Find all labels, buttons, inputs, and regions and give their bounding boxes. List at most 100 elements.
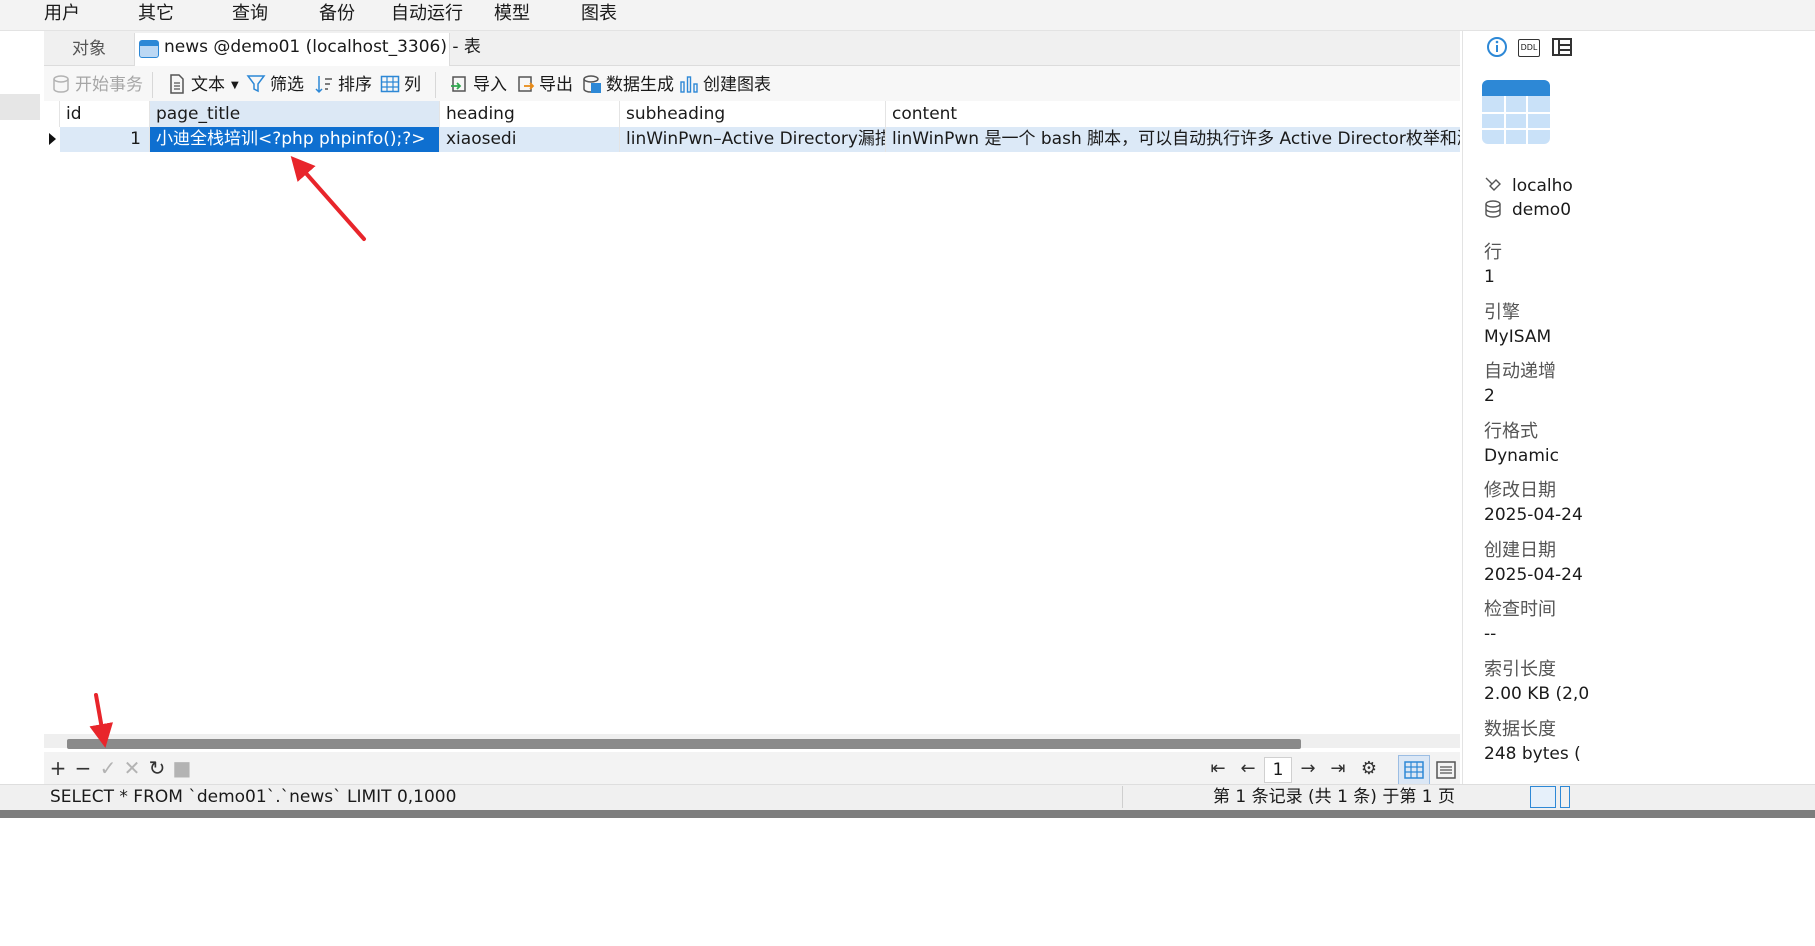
export-icon <box>518 76 535 92</box>
cell-subheading[interactable]: linWinPwn–Active Directory漏描 <box>620 127 886 152</box>
database-info: demo0 <box>1484 198 1571 222</box>
status-record-count: 第 1 条记录 (共 1 条) 于第 1 页 <box>1213 787 1455 807</box>
data-generation-icon <box>583 75 601 93</box>
auto-increment-value: 2 <box>1484 386 1495 406</box>
menu-automation[interactable]: 自动运行 <box>391 1 463 27</box>
x-icon[interactable]: ✕ <box>121 757 143 779</box>
gear-icon[interactable]: ⚙ <box>1357 757 1381 781</box>
layout-toggle-left-icon[interactable] <box>1530 786 1556 808</box>
column-header-id[interactable]: id <box>60 101 150 127</box>
menu-backup[interactable]: 备份 <box>319 1 355 27</box>
first-page-icon[interactable]: ⇤ <box>1206 757 1230 781</box>
modified-date-label: 修改日期 <box>1484 480 1556 501</box>
check-icon[interactable]: ✓ <box>97 757 119 779</box>
begin-transaction-button[interactable]: 开始事务 <box>51 72 143 98</box>
connection-icon <box>1485 177 1501 191</box>
row-format-label: 行格式 <box>1484 421 1538 442</box>
filter-label: 筛选 <box>270 75 304 95</box>
grid-view-button[interactable] <box>1398 755 1430 785</box>
page-number-input[interactable]: 1 <box>1264 757 1292 783</box>
text-button[interactable]: 文本 ▼ <box>167 72 239 98</box>
minus-icon[interactable]: − <box>72 757 94 779</box>
layout-toggle-right-icon[interactable] <box>1560 786 1570 808</box>
export-button[interactable]: 导出 <box>515 72 573 98</box>
cell-page-title[interactable]: 小迪全栈培训<?php phpinfo();?> <box>150 127 440 152</box>
prev-page-icon[interactable]: ← <box>1236 757 1260 781</box>
current-row-indicator-icon <box>44 127 60 152</box>
blank-area <box>0 818 1815 946</box>
auto-increment-label: 自动递增 <box>1484 361 1556 382</box>
ddl-icon[interactable]: DDL <box>1518 39 1540 57</box>
menu-other[interactable]: 其它 <box>138 1 174 27</box>
created-date-value: 2025-04-24 <box>1484 565 1583 585</box>
column-header-page-title[interactable]: page_title <box>150 101 440 127</box>
create-chart-label: 创建图表 <box>703 75 771 95</box>
menu-users[interactable]: 用户 <box>44 1 80 27</box>
refresh-icon[interactable]: ↻ <box>146 757 168 779</box>
sort-label: 排序 <box>338 75 372 95</box>
info-icon[interactable] <box>1486 36 1508 58</box>
cell-content[interactable]: linWinPwn 是一个 bash 脚本，可以自动执行许多 Active Di… <box>886 127 1460 152</box>
filter-icon <box>246 75 266 93</box>
data-generation-label: 数据生成 <box>606 75 674 95</box>
import-label: 导入 <box>473 75 507 95</box>
connection-info: localho <box>1484 174 1573 198</box>
columns-icon <box>380 75 400 93</box>
toolbar-divider <box>152 72 153 98</box>
create-chart-button[interactable]: 创建图表 <box>679 72 771 98</box>
document-icon <box>170 74 184 94</box>
data-generation-button[interactable]: 数据生成 <box>582 72 674 98</box>
horizontal-scrollbar-thumb[interactable] <box>67 739 1301 749</box>
connection-name: localho <box>1512 176 1573 196</box>
database-icon <box>1485 200 1501 218</box>
last-page-icon[interactable]: ⇥ <box>1326 757 1350 781</box>
menu-bar: 用户 其它 查询 备份 自动运行 模型 图表 <box>0 0 1815 31</box>
import-icon <box>451 76 466 92</box>
tab-objects[interactable]: 对象 <box>44 34 134 64</box>
check-time-value: -- <box>1484 624 1497 644</box>
row-format-value: Dynamic <box>1484 446 1559 466</box>
modified-date-value: 2025-04-24 <box>1484 505 1583 525</box>
cell-heading[interactable]: xiaosedi <box>440 127 620 152</box>
menu-query[interactable]: 查询 <box>232 1 268 27</box>
table-large-icon <box>1482 80 1550 144</box>
export-label: 导出 <box>539 75 573 95</box>
table-icon <box>139 40 159 58</box>
begin-transaction-label: 开始事务 <box>75 75 143 95</box>
created-date-label: 创建日期 <box>1484 540 1556 561</box>
rows-label: 行 <box>1484 242 1502 263</box>
database-name: demo0 <box>1512 200 1572 220</box>
grid-header-row: id page_title heading subheading content <box>44 101 1460 128</box>
next-page-icon[interactable]: → <box>1296 757 1320 781</box>
window-bottom-border <box>0 810 1815 818</box>
column-header-heading[interactable]: heading <box>440 101 620 127</box>
table-row[interactable]: 1 小迪全栈培训<?php phpinfo();?> xiaosedi linW… <box>44 127 1460 152</box>
transaction-icon <box>53 75 69 93</box>
plus-icon[interactable]: + <box>47 757 69 779</box>
form-view-button[interactable] <box>1432 755 1460 785</box>
tab-news-label: news @demo01 (localhost_3306) - 表 <box>164 37 481 57</box>
sort-button[interactable]: 排序 <box>314 72 372 98</box>
data-grid[interactable]: id page_title heading subheading content… <box>44 101 1460 731</box>
column-header-content[interactable]: content <box>886 101 1460 127</box>
engine-label: 引擎 <box>1484 302 1520 323</box>
tab-news-table[interactable]: news @demo01 (localhost_3306) - 表 <box>134 33 481 66</box>
navigator-selected-item[interactable] <box>0 94 40 120</box>
columns-label: 列 <box>404 75 421 95</box>
columns-button[interactable]: 列 <box>380 72 421 98</box>
import-button[interactable]: 导入 <box>449 72 507 98</box>
data-length-label: 数据长度 <box>1484 719 1556 740</box>
layout-icon[interactable] <box>1551 36 1573 58</box>
form-view-icon <box>1436 761 1456 779</box>
filter-button[interactable]: 筛选 <box>246 72 304 98</box>
menu-chart[interactable]: 图表 <box>581 1 617 27</box>
column-header-subheading[interactable]: subheading <box>620 101 886 127</box>
chevron-down-icon: ▼ <box>231 80 239 91</box>
chart-icon <box>680 76 698 93</box>
status-divider <box>1122 786 1123 808</box>
status-sql-text: SELECT * FROM `demo01`.`news` LIMIT 0,10… <box>50 787 457 807</box>
stop-icon[interactable]: ■ <box>171 757 193 779</box>
cell-id[interactable]: 1 <box>60 127 150 152</box>
menu-model[interactable]: 模型 <box>494 1 530 27</box>
engine-value: MyISAM <box>1484 327 1552 347</box>
